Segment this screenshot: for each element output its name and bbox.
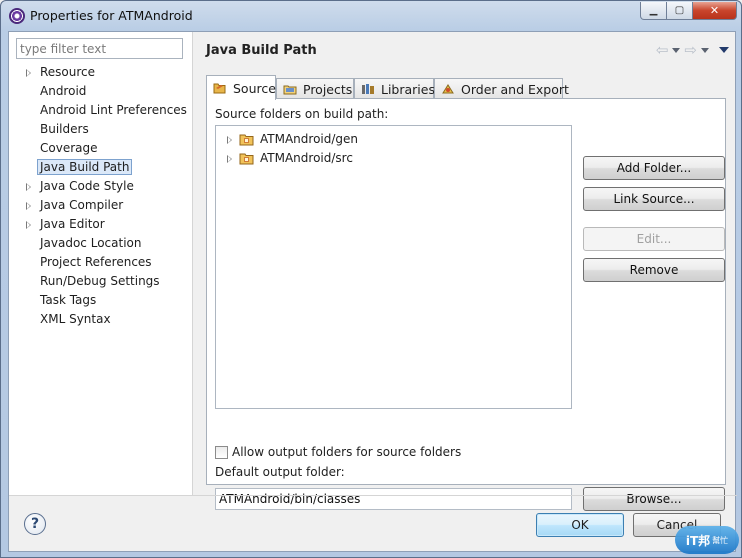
source-folder-icon <box>213 82 227 94</box>
allow-output-folders-row[interactable]: Allow output folders for source folders <box>215 445 461 459</box>
source-folder-label: ATMAndroid/src <box>260 151 353 165</box>
source-folder-label: ATMAndroid/gen <box>260 132 359 146</box>
help-icon[interactable]: ? <box>24 513 46 535</box>
tab-projects[interactable]: Projects <box>276 78 354 99</box>
tree-item-javadoc-location[interactable]: Javadoc Location <box>9 234 193 253</box>
tree-item-label: XML Syntax <box>40 312 111 326</box>
ok-button[interactable]: OK <box>536 513 624 537</box>
allow-output-folders-label: Allow output folders for source folders <box>232 445 462 459</box>
add-folder-button[interactable]: Add Folder... <box>583 156 725 180</box>
tree-item-label: Java Build Path <box>36 159 133 175</box>
tree-item-run-debug-settings[interactable]: Run/Debug Settings <box>9 272 193 291</box>
tree-item-label: Java Code Style <box>40 179 134 193</box>
tab-libraries-label: Libraries <box>381 81 435 97</box>
edit-button[interactable]: Edit... <box>583 227 725 251</box>
package-folder-icon <box>239 133 255 149</box>
tree-item-label: Android <box>40 84 87 98</box>
tree-item-label: Android Lint Preferences <box>40 103 187 117</box>
tab-source-label: Source <box>233 80 276 96</box>
tree-item-label: Builders <box>40 122 89 136</box>
tree-item-task-tags[interactable]: Task Tags <box>9 291 193 310</box>
page-navigation: ⇦ ⇨ <box>656 41 729 59</box>
tab-order-and-export-label: Order and Export <box>461 81 569 97</box>
default-output-folder-label: Default output folder: <box>215 465 345 479</box>
source-folder-item[interactable]: ATMAndroid/gen <box>216 130 516 149</box>
tree-item-java-build-path[interactable]: Java Build Path <box>9 158 193 177</box>
package-folder-icon <box>239 152 255 168</box>
maximize-icon: ▢ <box>674 5 685 16</box>
tree-item-label: Resource <box>40 65 96 79</box>
tab-source[interactable]: Source <box>206 75 276 100</box>
tree-item-coverage[interactable]: Coverage <box>9 139 193 158</box>
tree-item-label: Coverage <box>40 141 98 155</box>
tab-strip: Source Projects Libraries Order and Expo… <box>206 75 726 100</box>
libraries-icon <box>361 83 375 95</box>
back-history-dropdown-icon[interactable] <box>672 47 681 53</box>
view-menu-icon[interactable] <box>719 47 729 53</box>
tree-item-label: Task Tags <box>40 293 97 307</box>
source-folders-label: Source folders on build path: <box>215 107 389 121</box>
tab-projects-label: Projects <box>303 81 353 97</box>
tree-item-android-lint-preferences[interactable]: Android Lint Preferences <box>9 101 193 120</box>
tree-item-builders[interactable]: Builders <box>9 120 193 139</box>
close-button[interactable]: ✕ <box>693 2 737 20</box>
tree-item-android[interactable]: Android <box>9 82 193 101</box>
page-title: Java Build Path <box>206 43 317 58</box>
order-export-icon <box>441 83 455 95</box>
watermark-subtext: 幫忙 <box>712 535 729 545</box>
tree-item-project-references[interactable]: Project References <box>9 253 193 272</box>
forward-history-dropdown-icon[interactable] <box>701 47 709 53</box>
content-pane: Java Build Path ⇦ ⇨ Source Projects Libr… <box>194 32 737 511</box>
forward-arrow-icon[interactable]: ⇨ <box>684 41 697 59</box>
properties-nav-pane: Resource Android Android Lint Preferences B… <box>9 32 193 495</box>
minimize-button[interactable]: ▁ <box>640 2 667 20</box>
maximize-button[interactable]: ▢ <box>667 2 693 20</box>
projects-icon <box>283 83 297 95</box>
footer-divider <box>9 495 737 496</box>
tree-item-java-editor[interactable]: Java Editor <box>9 215 193 234</box>
tab-libraries[interactable]: Libraries <box>354 78 435 99</box>
filter-input[interactable] <box>16 38 183 59</box>
tree-item-java-compiler[interactable]: Java Compiler <box>9 196 193 215</box>
window-controls: ▁ ▢ ✕ <box>640 2 737 20</box>
tree-item-label: Run/Debug Settings <box>40 274 160 288</box>
ithome-watermark-logo: iT邦 幫忙 <box>675 526 739 554</box>
tree-item-java-code-style[interactable]: Java Code Style <box>9 177 193 196</box>
tree-item-label: Javadoc Location <box>40 236 142 250</box>
close-icon: ✕ <box>709 4 720 17</box>
minimize-icon: ▁ <box>649 5 658 16</box>
source-folder-item[interactable]: ATMAndroid/src <box>216 149 516 168</box>
remove-button[interactable]: Remove <box>583 258 725 282</box>
default-output-folder-field[interactable] <box>215 488 572 510</box>
tree-item-label: Java Editor <box>40 217 105 231</box>
source-folders-tree[interactable]: ATMAndroid/gen ATMAndroid/src <box>215 125 572 409</box>
back-arrow-icon[interactable]: ⇦ <box>656 41 669 59</box>
eclipse-icon <box>9 8 25 24</box>
allow-output-folders-checkbox[interactable] <box>215 445 228 459</box>
tree-item-label: Java Compiler <box>40 198 124 212</box>
tab-order-and-export[interactable]: Order and Export <box>434 78 569 99</box>
window-title: Properties for ATMAndroid <box>30 8 193 23</box>
browse-button[interactable]: Browse... <box>583 487 725 511</box>
title-bar[interactable]: Properties for ATMAndroid ▁ ▢ ✕ <box>1 1 742 31</box>
properties-window: Properties for ATMAndroid ▁ ▢ ✕ Resource… <box>0 0 742 558</box>
tree-item-resource[interactable]: Resource <box>9 63 193 82</box>
tree-item-xml-syntax[interactable]: XML Syntax <box>9 310 193 329</box>
link-source-button[interactable]: Link Source... <box>583 187 725 211</box>
watermark-text: iT邦 <box>685 533 711 548</box>
dialog-client-area: Resource Android Android Lint Preferences B… <box>8 31 737 552</box>
source-tab-panel: Source folders on build path: ATMAndroid… <box>206 98 726 511</box>
tree-item-label: Project References <box>40 255 152 269</box>
